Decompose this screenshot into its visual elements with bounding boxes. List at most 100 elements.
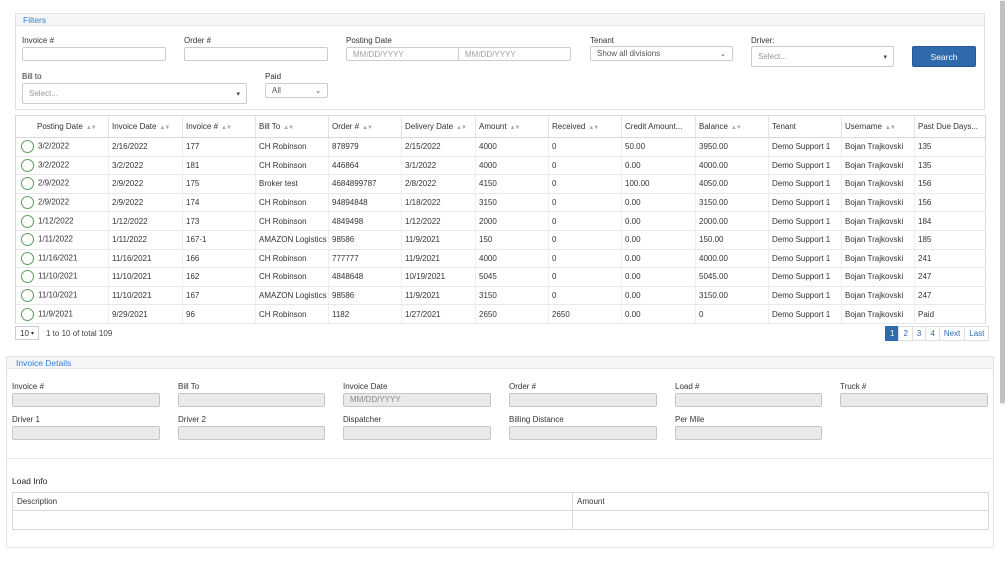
- table-row[interactable]: 11/9/2021 9/29/2021 96 CH Robinson 1182 1/27/…: [15, 304, 986, 324]
- table-row[interactable]: 3/2/2022 2/16/2022 177 CH Robinson 878979 2/1…: [15, 137, 986, 157]
- row-select-radio[interactable]: [21, 270, 34, 284]
- col-invoice-number[interactable]: Invoice # ▲▼: [182, 115, 256, 138]
- driver-select[interactable]: Select... ▾: [751, 46, 894, 67]
- row-select-radio[interactable]: [21, 214, 34, 228]
- table-row[interactable]: 11/10/2021 11/10/2021 167 AMAZON Logistics 9…: [15, 286, 986, 306]
- table-cell: 878979: [328, 137, 402, 157]
- sort-icon: ▲▼: [283, 125, 294, 131]
- order-filter-input[interactable]: [184, 47, 328, 61]
- billing-distance-label: Billing Distance: [509, 415, 564, 424]
- chevron-down-icon: ⌄: [315, 87, 321, 95]
- paid-select[interactable]: All ⌄: [265, 83, 328, 98]
- table-cell: 2/15/2022: [401, 137, 476, 157]
- table-row[interactable]: 11/16/2021 11/16/2021 166 CH Robinson 777777…: [15, 249, 986, 269]
- search-button[interactable]: Search: [912, 46, 976, 67]
- posting-date-to-input[interactable]: [458, 47, 571, 61]
- table-cell: 0.00: [621, 304, 696, 324]
- table-cell: 4000.00: [695, 156, 769, 176]
- table-row[interactable]: 3/2/2022 3/2/2022 181 CH Robinson 446864 3/1/…: [15, 156, 986, 176]
- col-posting-date[interactable]: Posting Date ▲▼: [15, 115, 109, 138]
- col-invoice-date[interactable]: Invoice Date ▲▼: [108, 115, 183, 138]
- table-cell: 446864: [328, 156, 402, 176]
- posting-date-from-input[interactable]: [346, 47, 459, 61]
- cell-text: 100.00: [625, 179, 650, 189]
- cell-text: 3150: [479, 198, 497, 208]
- bill-to-label: Bill To: [178, 382, 200, 391]
- row-select-radio[interactable]: [21, 196, 34, 210]
- table-row[interactable]: 1/11/2022 1/11/2022 167-1 AMAZON Logistics 9…: [15, 230, 986, 250]
- table-cell: 2/16/2022: [108, 137, 183, 157]
- col-delivery-date[interactable]: Delivery Date ▲▼: [401, 115, 476, 138]
- table-cell: 1182: [328, 304, 402, 324]
- table-cell: Bojan Trajkovski: [841, 230, 915, 250]
- tenant-select[interactable]: Show all divisions ⌄: [590, 46, 733, 61]
- col-balance[interactable]: Balance ▲▼: [695, 115, 769, 138]
- cell-text: 135: [918, 160, 932, 170]
- truck-number-field[interactable]: [840, 393, 988, 407]
- cell-text: 3950.00: [699, 142, 728, 152]
- driver1-field[interactable]: [12, 426, 160, 440]
- order-number-field[interactable]: [509, 393, 657, 407]
- cell-text: 0.00: [625, 309, 641, 319]
- table-cell: 174: [182, 193, 256, 213]
- table-cell: 247: [914, 267, 986, 287]
- bill-to-filter-label: Bill to: [22, 72, 42, 81]
- chevron-down-icon: ⌄: [720, 50, 726, 58]
- page-1-button[interactable]: 1: [885, 326, 900, 341]
- row-select-radio[interactable]: [21, 289, 34, 303]
- caret-down-icon: ▾: [883, 53, 887, 61]
- table-cell: 11/16/2021: [108, 249, 183, 269]
- col-credit-amount[interactable]: Credit Amount...: [621, 115, 696, 138]
- table-cell: Bojan Trajkovski: [841, 193, 915, 213]
- billing-distance-field[interactable]: [509, 426, 657, 440]
- table-cell: 0: [548, 137, 622, 157]
- table-row[interactable]: 2/9/2022 2/9/2022 175 Broker test 4684899787…: [15, 174, 986, 194]
- col-received[interactable]: Received ▲▼: [548, 115, 622, 138]
- col-bill-to[interactable]: Bill To ▲▼: [255, 115, 329, 138]
- row-select-radio[interactable]: [21, 158, 34, 172]
- cell-text: CH Robinson: [259, 216, 307, 226]
- col-past-due-days[interactable]: Past Due Days...: [914, 115, 986, 138]
- load-number-field[interactable]: [675, 393, 822, 407]
- invoice-filter-input[interactable]: [22, 47, 166, 61]
- cell-text: Demo Support 1: [772, 160, 831, 170]
- page-4-button[interactable]: 4: [925, 326, 940, 341]
- cell-text: 241: [918, 253, 932, 263]
- page-size-select[interactable]: 10 ▾: [15, 326, 39, 340]
- page-scrollbar[interactable]: [1000, 0, 1005, 405]
- next-page-button[interactable]: Next: [938, 326, 966, 341]
- dispatcher-field[interactable]: [343, 426, 491, 440]
- invoice-number-field[interactable]: [12, 393, 160, 407]
- table-cell: 4150: [475, 174, 549, 194]
- caret-down-icon: ▾: [236, 90, 240, 98]
- table-cell: 1/18/2022: [401, 193, 476, 213]
- table-cell: 3150: [475, 193, 549, 213]
- scrollbar-thumb[interactable]: [1000, 1, 1005, 403]
- table-cell: 162: [182, 267, 256, 287]
- row-select-radio[interactable]: [21, 251, 34, 265]
- bill-to-select[interactable]: Select... ▾: [22, 83, 247, 104]
- driver2-field[interactable]: [178, 426, 325, 440]
- cell-text: 185: [918, 235, 932, 245]
- col-tenant[interactable]: Tenant: [768, 115, 842, 138]
- cell-text: 11/16/2021: [38, 253, 78, 263]
- page-3-button[interactable]: 3: [911, 326, 927, 341]
- page-2-button[interactable]: 2: [898, 326, 913, 341]
- row-select-radio[interactable]: [21, 177, 34, 191]
- invoice-date-field[interactable]: MM/DD/YYYY: [343, 393, 491, 407]
- per-mile-field[interactable]: [675, 426, 822, 440]
- table-cell: Bojan Trajkovski: [841, 156, 915, 176]
- table-cell: 0.00: [621, 230, 696, 250]
- last-page-button[interactable]: Last: [964, 326, 990, 341]
- table-row[interactable]: 1/12/2022 1/12/2022 173 CH Robinson 4849498 1…: [15, 211, 986, 231]
- table-row[interactable]: 2/9/2022 2/9/2022 174 CH Robinson 94894848 1/…: [15, 193, 986, 213]
- col-username[interactable]: Username ▲▼: [841, 115, 915, 138]
- row-select-radio[interactable]: [21, 140, 34, 154]
- col-order-number[interactable]: Order # ▲▼: [328, 115, 402, 138]
- col-amount[interactable]: Amount ▲▼: [475, 115, 549, 138]
- table-row[interactable]: 11/10/2021 11/10/2021 162 CH Robinson 484864…: [15, 267, 986, 287]
- pagination-info: 1 to 10 of total 109: [46, 329, 113, 338]
- row-select-radio[interactable]: [21, 307, 34, 321]
- bill-to-field[interactable]: [178, 393, 325, 407]
- row-select-radio[interactable]: [21, 233, 34, 247]
